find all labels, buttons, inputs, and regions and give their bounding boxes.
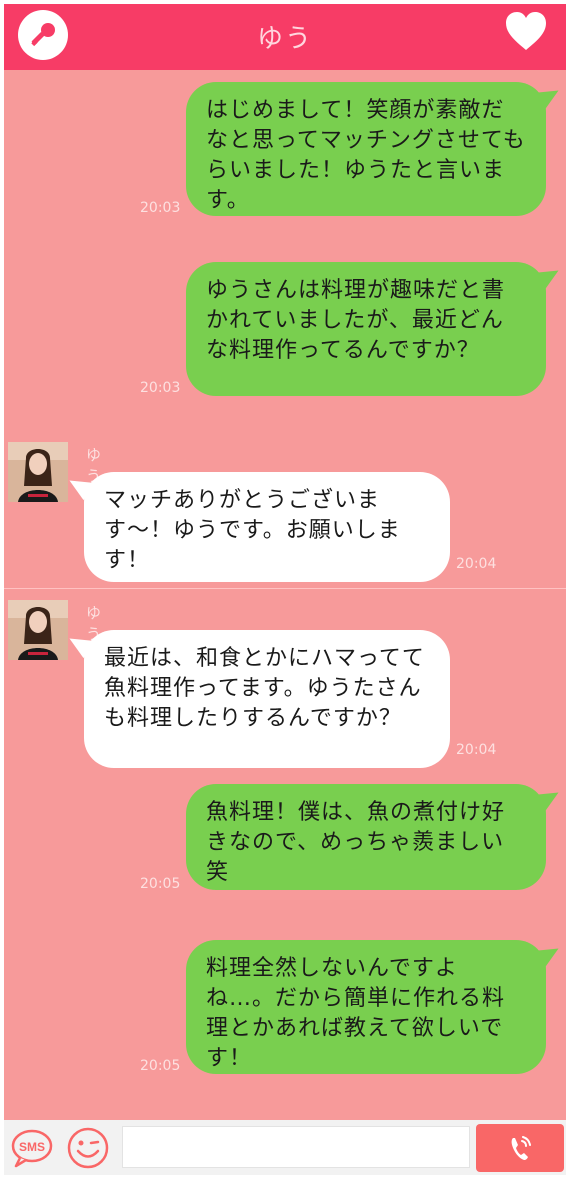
message-time: 20:05	[140, 1058, 181, 1074]
message-time: 20:04	[456, 742, 497, 758]
message-bubble: 料理全然しないんですよね…。だから簡単に作れる料理とかあれば教えて欲しいです！	[186, 940, 546, 1074]
smiley-icon	[67, 1127, 109, 1169]
message-time: 20:03	[140, 380, 181, 396]
divider	[4, 588, 566, 589]
message-bubble: 最近は、和食とかにハマってて魚料理作ってます。ゆうたさんも料理したりするんですか…	[84, 630, 450, 768]
heart-icon	[506, 12, 546, 50]
avatar[interactable]	[8, 442, 68, 502]
chat-header: ゆう	[4, 4, 566, 70]
message-bubble: マッチありがとうございます〜！ゆうです。お願いします！	[84, 472, 450, 582]
message-bubble: はじめまして！笑顔が素敵だなと思ってマッチングさせてもらいました！ゆうたと言いま…	[186, 82, 546, 216]
call-button[interactable]	[476, 1124, 564, 1172]
emoji-button[interactable]	[66, 1126, 110, 1170]
phone-icon	[511, 1136, 531, 1160]
chat-title: ゆう	[256, 24, 313, 54]
message-input[interactable]	[122, 1126, 470, 1168]
sms-button[interactable]: SMS	[10, 1128, 54, 1168]
chat-screen: ゆう 20:03 はじめまして！笑顔が素敵だなと思ってマッチングさせてもらいまし…	[4, 4, 566, 1175]
sms-icon: SMS	[11, 1129, 53, 1168]
avatar-image	[8, 442, 68, 502]
message-time: 20:05	[140, 876, 181, 892]
message-bubble: ゆうさんは料理が趣味だと書かれていましたが、最近どんな料理作ってるんですか？	[186, 262, 546, 396]
favorite-button[interactable]	[504, 10, 548, 54]
message-time: 20:03	[140, 200, 181, 216]
message-bubble: 魚料理！僕は、魚の煮付け好きなので、めっちゃ羨ましい笑	[186, 784, 546, 890]
avatar[interactable]	[8, 600, 68, 660]
message-time: 20:04	[456, 556, 497, 572]
sms-label: SMS	[19, 1140, 45, 1154]
chat-footer: SMS	[4, 1120, 566, 1175]
avatar-image	[8, 600, 68, 660]
